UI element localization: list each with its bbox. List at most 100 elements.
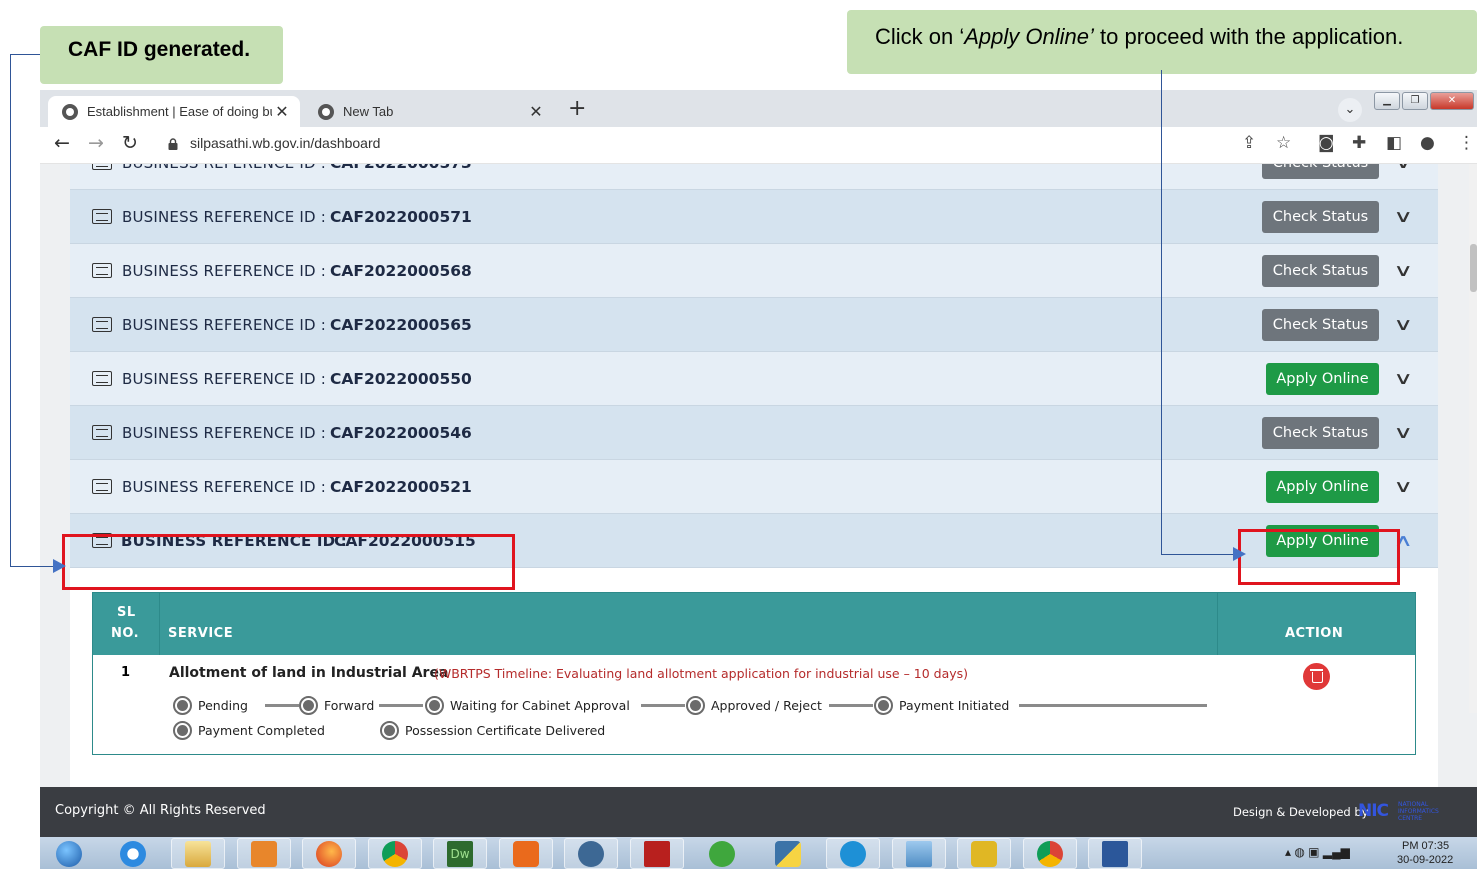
word-icon[interactable] bbox=[1088, 838, 1142, 869]
list-icon bbox=[92, 479, 112, 494]
reference-row[interactable]: BUSINESS REFERENCE ID : CAF2022000550 Ap… bbox=[70, 352, 1438, 406]
reference-id: CAF2022000565 bbox=[330, 315, 472, 334]
reference-label: BUSINESS REFERENCE ID : bbox=[122, 207, 326, 226]
stage-possession-certificate: Possession Certificate Delivered bbox=[380, 721, 605, 740]
caf-id-highlight bbox=[62, 534, 515, 590]
check-status-button[interactable]: Check Status bbox=[1262, 308, 1379, 341]
stage-label: Approved / Reject bbox=[711, 698, 822, 713]
internet-explorer-icon[interactable] bbox=[106, 838, 160, 869]
python-icon[interactable] bbox=[761, 838, 815, 869]
reference-label: BUSINESS REFERENCE ID : bbox=[122, 315, 326, 334]
chevron-down-icon[interactable]: ∨ bbox=[1393, 423, 1413, 443]
scrollbar-thumb[interactable] bbox=[1470, 244, 1477, 292]
start-orb-icon[interactable] bbox=[42, 838, 96, 869]
lock-app-icon[interactable] bbox=[957, 838, 1011, 869]
notepad-icon[interactable] bbox=[892, 838, 946, 869]
profile-icon[interactable]: ● bbox=[1420, 133, 1435, 153]
copyright-text: Copyright © All Rights Reserved bbox=[55, 803, 266, 818]
filezilla-icon[interactable] bbox=[630, 838, 684, 869]
new-tab-button[interactable]: + bbox=[568, 96, 586, 121]
chrome-icon bbox=[318, 103, 334, 120]
chrome-icon[interactable] bbox=[368, 838, 422, 869]
firefox-icon[interactable] bbox=[302, 838, 356, 869]
developed-by-text: Design & Developed by bbox=[1233, 805, 1369, 819]
dreamweaver-icon[interactable]: Dw bbox=[433, 838, 487, 869]
close-icon[interactable]: ✕ bbox=[526, 102, 546, 122]
stage-dot-icon bbox=[380, 721, 399, 740]
close-icon[interactable]: ✕ bbox=[272, 102, 292, 122]
bookmark-star-icon[interactable]: ☆ bbox=[1276, 133, 1291, 153]
maximize-button[interactable]: ❐ bbox=[1402, 92, 1428, 110]
file-explorer-icon[interactable] bbox=[171, 838, 225, 869]
camera-icon[interactable]: ◙ bbox=[1318, 133, 1335, 153]
stage-connector bbox=[265, 704, 299, 707]
forward-arrow-icon[interactable]: → bbox=[88, 132, 104, 154]
check-status-button[interactable]: Check Status bbox=[1262, 416, 1379, 449]
caf-id-callout-text: CAF ID generated. bbox=[68, 38, 251, 61]
delete-trash-icon[interactable] bbox=[1303, 663, 1330, 690]
chevron-down-icon[interactable]: ∨ bbox=[1393, 207, 1413, 227]
reference-row[interactable]: BUSINESS REFERENCE ID : CAF2022000571 Ch… bbox=[70, 190, 1438, 244]
stage-pending: Pending bbox=[173, 696, 248, 715]
service-timeline-note: (WBRTPS Timeline: Evaluating land allotm… bbox=[434, 666, 969, 681]
skype-icon[interactable] bbox=[826, 838, 880, 869]
window-close-button[interactable]: ✕ bbox=[1430, 92, 1474, 110]
system-tray-icons[interactable]: ▴ ◍ ▣ ▂▄▆ bbox=[1285, 845, 1350, 859]
chevron-down-icon[interactable]: ∨ bbox=[1393, 369, 1413, 389]
arrow-head-icon bbox=[53, 559, 66, 573]
sl-cell: 1 bbox=[121, 665, 131, 680]
reference-row[interactable]: BUSINESS REFERENCE ID : CAF2022000546 Ch… bbox=[70, 406, 1438, 460]
browser-window: Establishment | Ease of doing bu ✕ New T… bbox=[40, 90, 1477, 869]
annotation-line bbox=[1161, 70, 1162, 555]
reference-id: CAF2022000568 bbox=[330, 261, 472, 280]
service-name: Allotment of land in Industrial Area bbox=[169, 665, 449, 681]
tab-search-button[interactable]: ⌄ bbox=[1338, 98, 1362, 122]
apply-online-button[interactable]: Apply Online bbox=[1266, 470, 1379, 503]
check-status-button[interactable]: Check Status bbox=[1262, 164, 1379, 179]
list-icon bbox=[92, 209, 112, 224]
reload-icon[interactable]: ↻ bbox=[122, 132, 138, 154]
stage-payment-completed: Payment Completed bbox=[173, 721, 325, 740]
chevron-down-icon[interactable]: ∨ bbox=[1393, 315, 1413, 335]
clock-date[interactable]: 30-09-2022 bbox=[1397, 854, 1453, 866]
annotation-line bbox=[1161, 554, 1234, 555]
share-icon[interactable]: ⇪ bbox=[1242, 133, 1256, 153]
orange-app-icon[interactable] bbox=[499, 838, 553, 869]
reference-id: CAF2022000546 bbox=[330, 423, 472, 442]
address-bar[interactable]: silpasathi.wb.gov.in/dashboard bbox=[190, 135, 380, 151]
stage-payment-initiated: Payment Initiated bbox=[874, 696, 1009, 715]
reference-row[interactable]: BUSINESS REFERENCE ID : CAF2022000521 Ap… bbox=[70, 460, 1438, 514]
service-table: SL NO. SERVICE ACTION 1 Allotment of lan… bbox=[92, 592, 1416, 755]
annotation-line bbox=[10, 566, 54, 567]
stage-connector bbox=[1019, 704, 1207, 707]
sl-header-line1: SL bbox=[117, 605, 136, 620]
annotation-line bbox=[10, 54, 11, 567]
menu-icon[interactable]: ⋮ bbox=[1458, 133, 1475, 153]
stage-dot-icon bbox=[299, 696, 318, 715]
side-panel-icon[interactable]: ◧ bbox=[1386, 133, 1402, 153]
nic-logo[interactable]: NIC bbox=[1358, 801, 1389, 821]
minimize-button[interactable]: ▁ bbox=[1374, 92, 1400, 110]
reference-row[interactable]: BUSINESS REFERENCE ID : CAF2022000568 Ch… bbox=[70, 244, 1438, 298]
extensions-icon[interactable]: ✚ bbox=[1352, 133, 1366, 153]
service-header: SERVICE bbox=[168, 626, 234, 641]
apply-online-button[interactable]: Apply Online bbox=[1266, 362, 1379, 395]
chevron-down-icon[interactable]: ∨ bbox=[1393, 164, 1413, 173]
clock-time[interactable]: PM 07:35 bbox=[1402, 840, 1449, 852]
check-status-button[interactable]: Check Status bbox=[1262, 254, 1379, 287]
check-status-button[interactable]: Check Status bbox=[1262, 200, 1379, 233]
utorrent-icon[interactable] bbox=[695, 838, 749, 869]
callout-suffix: to proceed with the application. bbox=[1093, 24, 1404, 49]
reference-row[interactable]: BUSINESS REFERENCE ID : CAF2022000565 Ch… bbox=[70, 298, 1438, 352]
tab-establishment[interactable]: Establishment | Ease of doing bu ✕ bbox=[48, 96, 300, 127]
chrome-icon[interactable] bbox=[1023, 838, 1077, 869]
tab-new-tab[interactable]: New Tab ✕ bbox=[308, 96, 554, 127]
media-player-icon[interactable] bbox=[237, 838, 291, 869]
chevron-down-icon[interactable]: ∨ bbox=[1393, 261, 1413, 281]
tab-strip: Establishment | Ease of doing bu ✕ New T… bbox=[40, 90, 1477, 127]
chevron-down-icon[interactable]: ∨ bbox=[1393, 477, 1413, 497]
postgres-icon[interactable] bbox=[564, 838, 618, 869]
back-arrow-icon[interactable]: ← bbox=[54, 132, 70, 154]
reference-row[interactable]: BUSINESS REFERENCE ID : CAF2022000573 Ch… bbox=[70, 164, 1438, 190]
stage-label: Forward bbox=[324, 698, 375, 713]
